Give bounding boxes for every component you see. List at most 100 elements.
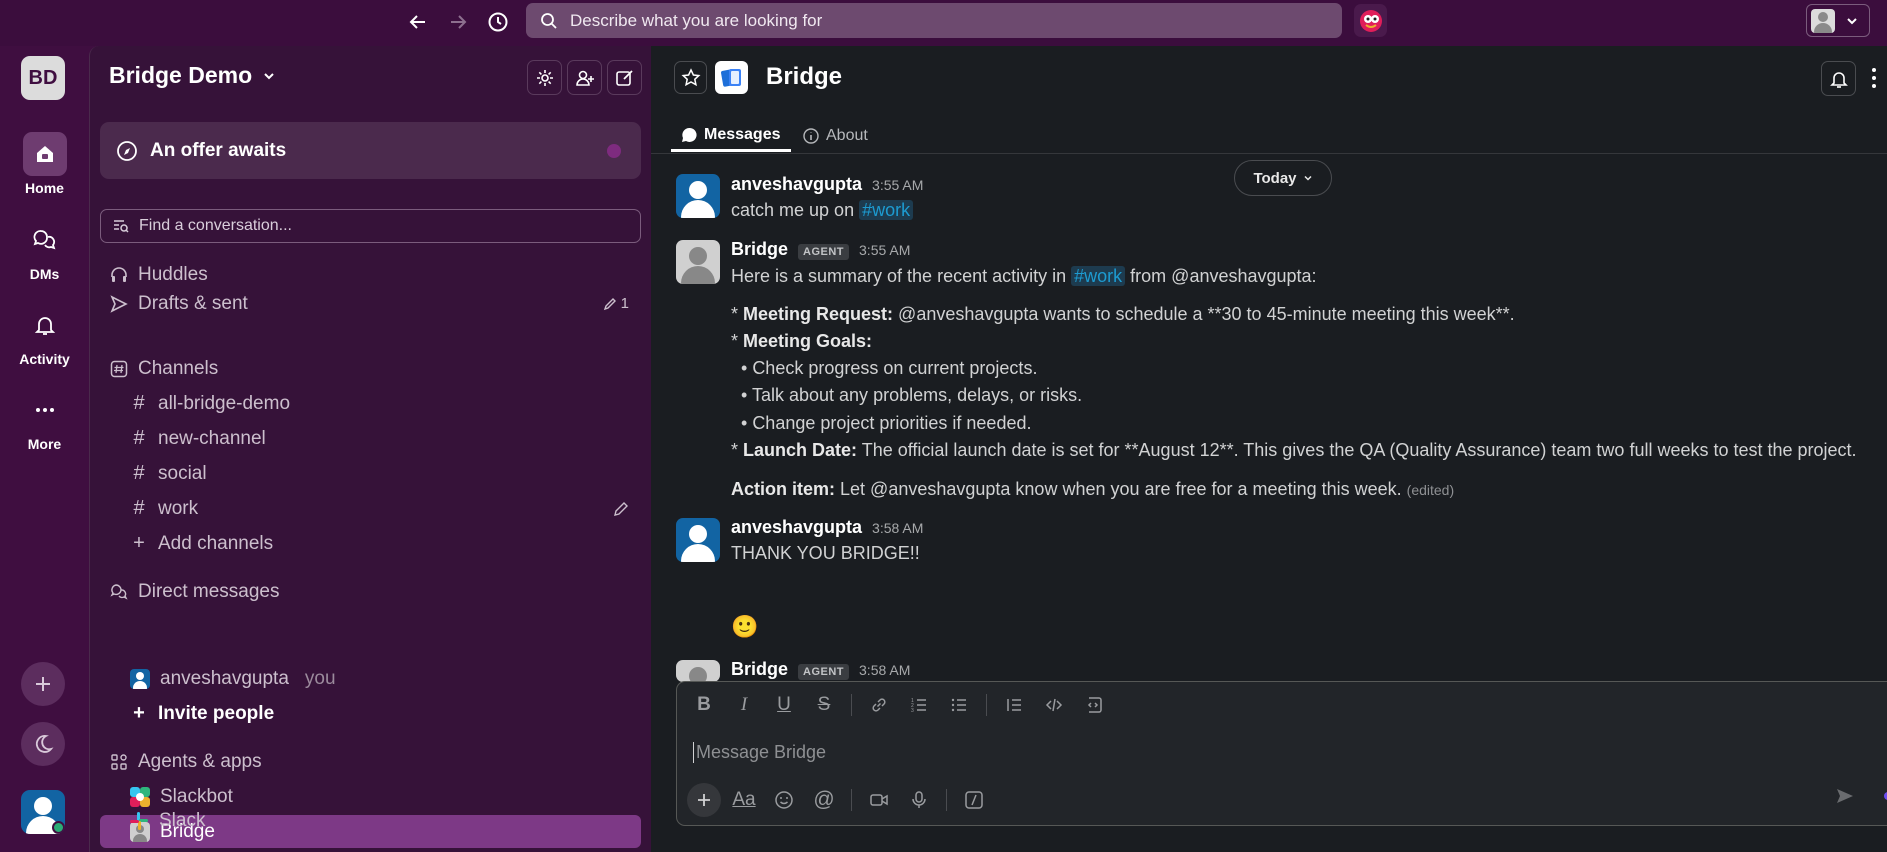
notifications-button[interactable]: [1821, 61, 1856, 96]
channel-item[interactable]: # all-bridge-demo: [100, 387, 641, 420]
rail-item-activity[interactable]: Activity: [0, 303, 89, 367]
workspace-switcher[interactable]: BD: [21, 56, 65, 100]
add-user-icon: [575, 70, 594, 86]
code-block-icon[interactable]: [1077, 688, 1111, 722]
apps-section-header[interactable]: Agents & apps: [100, 745, 641, 778]
sender-name[interactable]: anveshavgupta: [731, 517, 862, 538]
video-icon[interactable]: [862, 783, 896, 817]
link-icon[interactable]: [862, 688, 896, 722]
strikethrough-icon[interactable]: S: [807, 688, 841, 722]
slack-logo-icon: [130, 811, 148, 830]
dms-icon: [110, 583, 128, 600]
slash-command-icon[interactable]: [957, 783, 991, 817]
home-icon: [22, 132, 67, 176]
timestamp[interactable]: 3:55 AM: [859, 242, 910, 258]
star-button[interactable]: [674, 61, 707, 94]
back-arrow-icon[interactable]: [404, 8, 432, 36]
offer-text: An offer awaits: [150, 139, 287, 161]
list-item: • Talk about any problems, delays, or ri…: [741, 385, 1083, 405]
message-header: Bridge AGENT 3:55 AM: [731, 239, 910, 260]
theme-toggle-button[interactable]: [21, 722, 65, 766]
toolbar-divider: [986, 694, 987, 716]
bell-icon: [23, 303, 67, 347]
rail-label-more: More: [27, 436, 62, 452]
offer-banner[interactable]: An offer awaits: [100, 122, 641, 179]
sender-name[interactable]: anveshavgupta: [731, 174, 862, 195]
emoji-icon[interactable]: [767, 783, 801, 817]
plus-icon: [698, 794, 710, 806]
sender-name[interactable]: Bridge: [731, 659, 788, 680]
slack-ai-icon[interactable]: [1354, 4, 1387, 37]
forward-arrow-icon[interactable]: [444, 8, 472, 36]
add-channels-button[interactable]: + Add channels: [100, 527, 641, 560]
channels-header: Channels: [138, 357, 219, 379]
channel-item[interactable]: # social: [100, 457, 641, 490]
invite-people-button[interactable]: + Invite people: [100, 697, 641, 730]
ordered-list-icon[interactable]: 123: [902, 688, 936, 722]
tab-about[interactable]: About: [803, 120, 868, 152]
avatar[interactable]: [676, 518, 720, 562]
bullet-list-icon[interactable]: [942, 688, 976, 722]
dm-section-header[interactable]: Direct messages: [100, 575, 641, 608]
timestamp[interactable]: 3:55 AM: [872, 177, 923, 193]
drafts-label: Drafts & sent: [138, 292, 248, 314]
channel-mention[interactable]: #work: [1071, 266, 1126, 286]
create-new-button[interactable]: [21, 662, 65, 706]
message-input[interactable]: Message Bridge: [693, 742, 826, 763]
rail-item-home[interactable]: Home: [0, 132, 89, 196]
search-input[interactable]: Describe what you are looking for: [526, 3, 1342, 38]
toolbar-divider: [946, 789, 947, 811]
channel-mention[interactable]: #work: [859, 200, 914, 220]
avatar: [130, 668, 150, 689]
dm-header: Direct messages: [138, 580, 280, 602]
sender-name[interactable]: Bridge: [731, 239, 788, 260]
mention-icon[interactable]: @: [807, 783, 841, 817]
dm-you-label: you: [304, 667, 336, 689]
timestamp[interactable]: 3:58 AM: [872, 520, 923, 536]
toolbar-divider: [851, 694, 852, 716]
workspace-menu[interactable]: Bridge Demo: [109, 62, 276, 89]
channel-item[interactable]: # work: [100, 492, 641, 525]
draft-pencil-icon: [613, 501, 629, 517]
format-toggle-button[interactable]: Aa: [727, 783, 761, 817]
drafts-count: 1: [603, 295, 629, 312]
sidebar-item-drafts[interactable]: Drafts & sent 1: [100, 287, 641, 320]
date-divider-today[interactable]: Today: [1234, 160, 1332, 196]
rail-label-activity: Activity: [19, 351, 70, 367]
bold-icon[interactable]: B: [687, 688, 721, 722]
more-options-icon[interactable]: [1871, 66, 1877, 95]
user-avatar[interactable]: [21, 790, 65, 834]
invite-label: Invite people: [158, 702, 275, 724]
avatar[interactable]: [676, 660, 720, 682]
message-text: catch me up on #work: [731, 200, 914, 221]
compose-button[interactable]: [607, 60, 642, 95]
timestamp[interactable]: 3:58 AM: [859, 662, 910, 678]
toolbar-divider: [851, 789, 852, 811]
settings-button[interactable]: [527, 60, 562, 95]
invite-user-button[interactable]: [567, 60, 602, 95]
app-item-slack[interactable]: Slack: [99, 804, 640, 837]
dm-item-self[interactable]: anveshavgupta you: [100, 662, 641, 695]
huddles-label: Huddles: [138, 263, 208, 285]
blockquote-icon[interactable]: [997, 688, 1031, 722]
code-icon[interactable]: [1037, 688, 1071, 722]
tab-messages[interactable]: Messages: [671, 120, 791, 152]
microphone-icon[interactable]: [902, 783, 936, 817]
find-conversation-input[interactable]: Find a conversation...: [100, 209, 641, 243]
rail-item-more[interactable]: More: [0, 388, 89, 452]
underline-icon[interactable]: U: [767, 688, 801, 722]
rail-item-dms[interactable]: DMs: [0, 218, 89, 282]
avatar[interactable]: [676, 174, 720, 218]
send-button[interactable]: [1835, 786, 1855, 811]
user-menu-button[interactable]: [1806, 4, 1870, 37]
avatar[interactable]: [676, 240, 720, 284]
channel-item[interactable]: # new-channel: [100, 422, 641, 455]
send-icon: [1837, 789, 1853, 803]
attach-button[interactable]: [687, 783, 721, 817]
history-clock-icon[interactable]: [484, 8, 512, 36]
italic-icon[interactable]: I: [727, 688, 761, 722]
formatting-toolbar: B I U S 123: [677, 682, 1887, 728]
message-text: Here is a summary of the recent activity…: [731, 266, 1317, 286]
channels-section-header[interactable]: Channels: [100, 352, 641, 385]
headphones-icon: [111, 266, 127, 282]
